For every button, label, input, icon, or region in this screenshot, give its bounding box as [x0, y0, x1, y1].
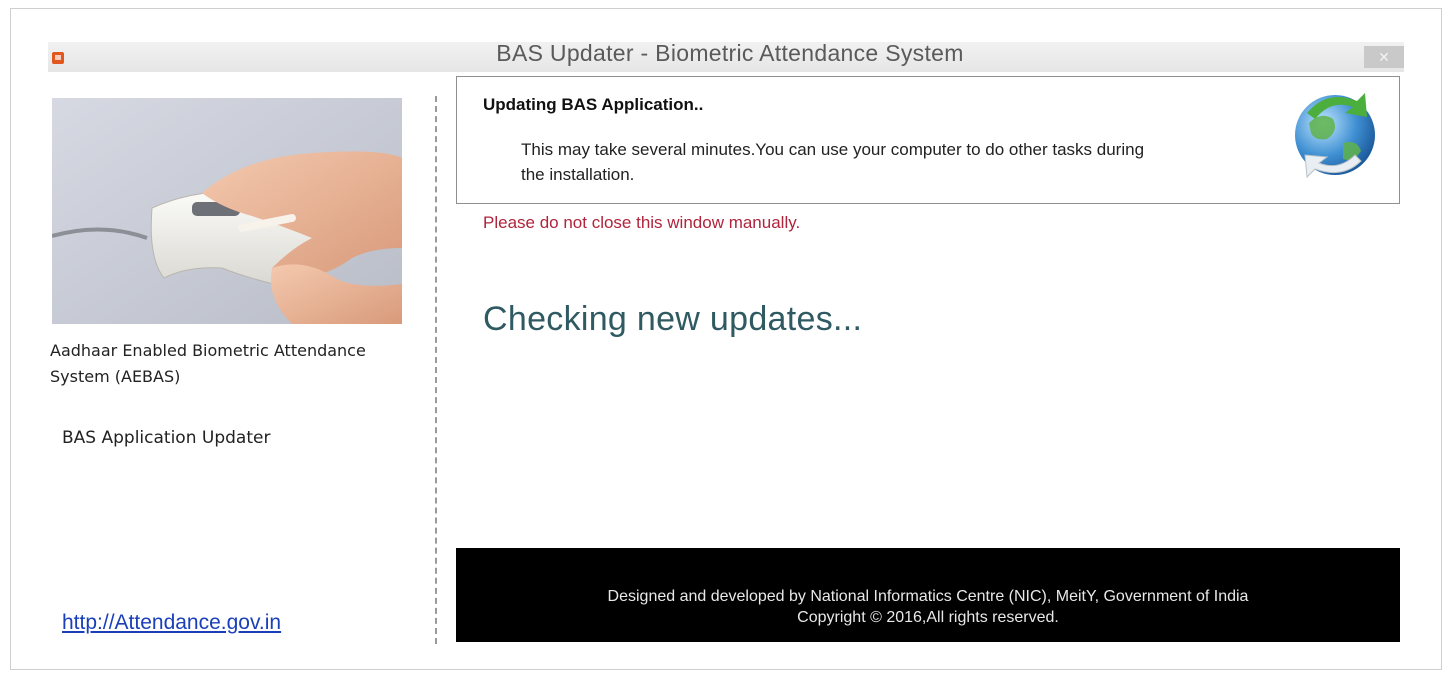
update-globe-icon — [1295, 93, 1375, 179]
footer-banner: Designed and developed by National Infor… — [456, 548, 1400, 642]
update-status-text: Checking new updates... — [483, 300, 863, 338]
header-description: This may take several minutes.You can us… — [521, 140, 1145, 184]
footer-copyright: Copyright © 2016,All rights reserved. — [797, 609, 1059, 626]
fingerprint-scanner-illustration — [52, 98, 402, 324]
close-warning-text: Please do not close this window manually… — [483, 213, 801, 232]
app-icon — [52, 52, 64, 64]
system-name: Aadhaar Enabled Biometric Attendance Sys… — [50, 341, 366, 386]
attendance-website-link[interactable]: http://Attendance.gov.in — [62, 611, 281, 635]
footer-credit: Designed and developed by National Infor… — [607, 588, 1249, 605]
close-button[interactable]: ✕ — [1364, 46, 1404, 68]
app-name: BAS Application Updater — [62, 428, 271, 448]
header-panel: Updating BAS Application.. This may take… — [456, 76, 1400, 204]
biometric-device-image — [52, 98, 402, 324]
vertical-divider — [435, 96, 437, 644]
header-title: Updating BAS Application.. — [483, 95, 704, 114]
window-title: BAS Updater - Biometric Attendance Syste… — [496, 40, 964, 66]
